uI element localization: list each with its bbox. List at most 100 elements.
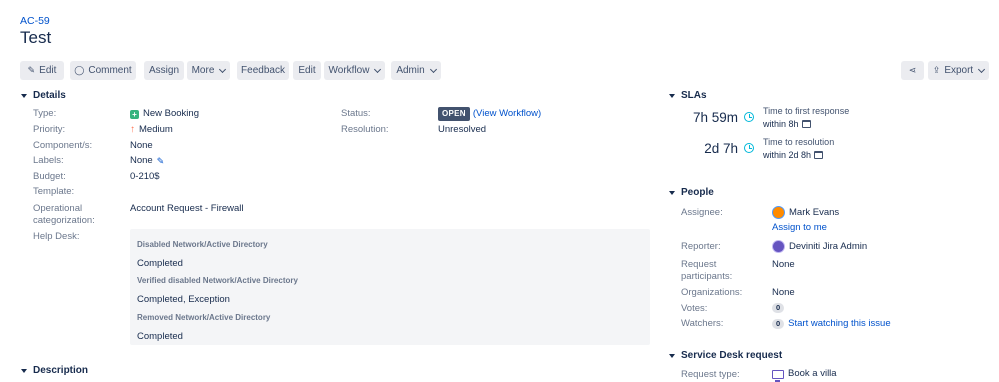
resolution-value: Unresolved bbox=[438, 124, 487, 135]
helpdesk-label: Help Desk: bbox=[33, 231, 80, 242]
more-dropdown-button[interactable]: More bbox=[187, 61, 230, 80]
collapse-triangle-icon bbox=[669, 190, 675, 195]
sla-remaining-time: 7h 59m bbox=[692, 110, 738, 125]
people-heading: People bbox=[681, 187, 714, 198]
opcat-label-line1: Operational bbox=[33, 203, 83, 214]
pencil-icon: ✎ bbox=[27, 65, 36, 75]
start-watching-link[interactable]: Start watching this issue bbox=[788, 318, 890, 330]
opcat-value: Account Request - Firewall bbox=[130, 203, 244, 214]
helpdesk-panel: Disabled Network/Active Directory Comple… bbox=[130, 229, 650, 345]
issue-key-link[interactable]: AC-59 bbox=[20, 15, 50, 27]
status-label: Status: bbox=[341, 108, 371, 119]
chevron-down-icon bbox=[429, 65, 437, 73]
details-heading: Details bbox=[33, 90, 66, 101]
share-icon: ⋖ bbox=[908, 65, 917, 75]
export-button-label: Export bbox=[944, 65, 974, 76]
details-section-toggle[interactable]: Details bbox=[21, 90, 66, 101]
assignee-avatar bbox=[772, 206, 785, 219]
edit-button[interactable]: ✎ Edit bbox=[20, 61, 64, 80]
assignee-name[interactable]: Mark Evans bbox=[789, 207, 839, 219]
calendar-icon bbox=[801, 120, 811, 128]
participants-label-line1: Request bbox=[681, 259, 717, 270]
votes-value: 0 bbox=[772, 303, 785, 313]
service-desk-section-toggle[interactable]: Service Desk request bbox=[669, 350, 782, 361]
request-type-value: Book a villa bbox=[772, 368, 837, 382]
workflow-dropdown-button[interactable]: Workflow bbox=[324, 61, 385, 80]
edit-button-label: Edit bbox=[39, 65, 57, 76]
request-type-text: Book a villa bbox=[788, 368, 837, 379]
budget-label: Budget: bbox=[33, 171, 66, 182]
assign-button[interactable]: Assign bbox=[144, 61, 184, 80]
priority-value-text: Medium bbox=[139, 124, 173, 135]
chevron-down-icon bbox=[374, 65, 382, 73]
helpdesk-item-value: Completed bbox=[137, 258, 183, 269]
priority-value: ↑ Medium bbox=[130, 124, 173, 136]
description-section-toggle[interactable]: Description bbox=[21, 365, 88, 376]
reporter-avatar bbox=[772, 240, 785, 253]
collapse-triangle-icon bbox=[21, 93, 27, 98]
issue-title: Test bbox=[20, 28, 52, 47]
budget-value: 0-210$ bbox=[130, 171, 160, 182]
more-button-label: More bbox=[191, 65, 215, 76]
votes-count-badge: 0 bbox=[772, 303, 785, 313]
description-heading: Description bbox=[33, 365, 89, 376]
monitor-icon bbox=[772, 369, 784, 382]
reporter-label: Reporter: bbox=[681, 241, 721, 252]
participants-value: None bbox=[772, 259, 795, 270]
collapse-triangle-icon bbox=[669, 93, 675, 98]
status-value: OPEN (View Workflow) bbox=[438, 107, 541, 121]
resolution-label: Resolution: bbox=[341, 124, 389, 135]
sla-goal: within 2d 8h bbox=[763, 150, 824, 160]
admin-dropdown-button[interactable]: Admin bbox=[391, 61, 441, 80]
participants-label-line2: participants: bbox=[681, 271, 733, 282]
type-label: Type: bbox=[33, 108, 57, 119]
feedback-button[interactable]: Feedback bbox=[237, 61, 289, 80]
sla-name: Time to resolution bbox=[763, 137, 835, 147]
assign-button-label: Assign bbox=[148, 65, 179, 76]
new-booking-type-icon: + bbox=[130, 109, 139, 119]
reporter-value: Deviniti Jira Admin bbox=[772, 240, 867, 253]
votes-label: Votes: bbox=[681, 303, 708, 314]
watchers-count-badge: 0 bbox=[772, 319, 785, 329]
priority-medium-arrow-icon: ↑ bbox=[130, 124, 135, 135]
watchers-value: 0 Start watching this issue bbox=[772, 318, 891, 330]
admin-button-label: Admin bbox=[396, 65, 425, 76]
comment-button-label: Comment bbox=[88, 65, 132, 76]
slas-section-toggle[interactable]: SLAs bbox=[669, 90, 707, 101]
export-icon: ⇪ bbox=[932, 65, 941, 75]
comment-button[interactable]: ◯ Comment bbox=[70, 61, 136, 80]
assign-to-me-link[interactable]: Assign to me bbox=[772, 222, 827, 234]
edit-labels-pencil-icon[interactable]: ✎ bbox=[157, 155, 165, 167]
organizations-label: Organizations: bbox=[681, 287, 743, 298]
sla-remaining-time: 2d 7h bbox=[704, 141, 738, 156]
sla-goal: within 8h bbox=[763, 119, 811, 129]
watchers-label: Watchers: bbox=[681, 318, 724, 329]
helpdesk-item-value: Completed, Exception bbox=[137, 294, 230, 305]
helpdesk-item-label: Removed Network/Active Directory bbox=[137, 313, 271, 322]
share-button[interactable]: ⋖ bbox=[901, 61, 924, 80]
type-value: + New Booking bbox=[130, 108, 199, 120]
type-value-text: New Booking bbox=[143, 108, 199, 119]
request-type-label: Request type: bbox=[681, 369, 740, 380]
opcat-label-line2: categorization: bbox=[33, 215, 95, 226]
reporter-name[interactable]: Deviniti Jira Admin bbox=[789, 241, 867, 253]
export-dropdown-button[interactable]: ⇪ Export bbox=[928, 61, 989, 80]
edit-secondary-button-label: Edit bbox=[298, 65, 316, 76]
edit-secondary-button[interactable]: Edit bbox=[293, 61, 321, 80]
clock-icon bbox=[744, 112, 754, 122]
calendar-icon bbox=[814, 151, 824, 159]
sla-goal-text: within 2d 8h bbox=[763, 150, 812, 160]
status-lozenge: OPEN bbox=[438, 107, 470, 121]
priority-label: Priority: bbox=[33, 124, 66, 135]
helpdesk-item-label: Disabled Network/Active Directory bbox=[137, 240, 268, 249]
collapse-triangle-icon bbox=[669, 353, 675, 358]
labels-value-text: None bbox=[130, 155, 153, 166]
workflow-button-label: Workflow bbox=[328, 65, 370, 76]
people-section-toggle[interactable]: People bbox=[669, 187, 714, 198]
components-value: None bbox=[130, 140, 153, 151]
template-label: Template: bbox=[33, 186, 75, 197]
labels-label: Labels: bbox=[33, 155, 64, 166]
labels-value: None ✎ bbox=[130, 155, 164, 167]
comment-icon: ◯ bbox=[74, 65, 85, 75]
view-workflow-link[interactable]: (View Workflow) bbox=[473, 108, 541, 120]
